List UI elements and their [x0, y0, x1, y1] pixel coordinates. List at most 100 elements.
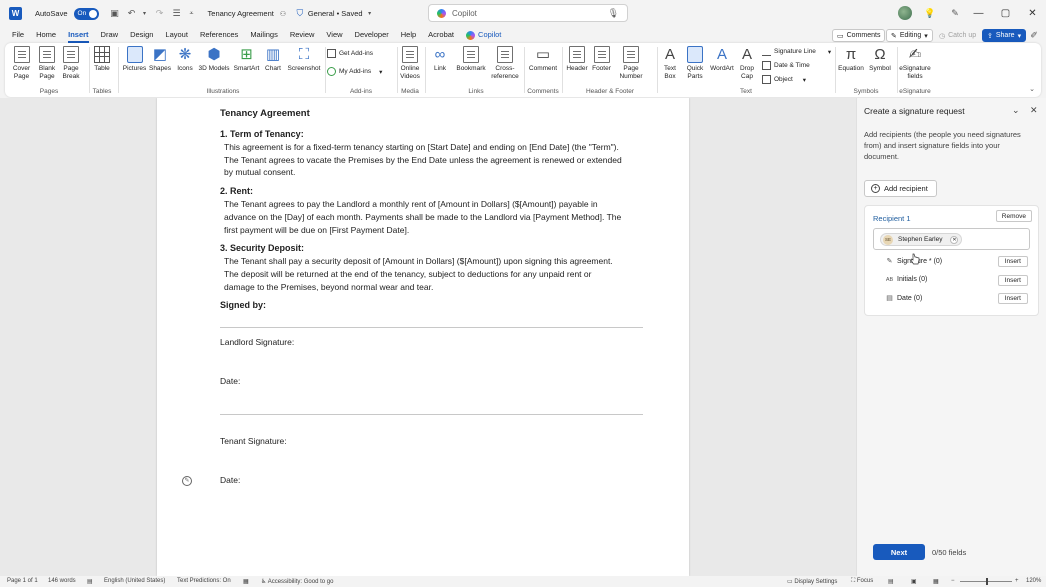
- insert-date-button[interactable]: Insert: [997, 293, 1028, 304]
- paragraph-handle-icon[interactable]: ✎: [182, 476, 192, 486]
- tab-acrobat[interactable]: Acrobat: [422, 27, 460, 43]
- page-count[interactable]: Page 1 of 1: [7, 578, 38, 584]
- date-time-button[interactable]: Date & Time: [762, 61, 810, 70]
- icons-button[interactable]: ❋ Icons: [175, 46, 195, 73]
- recipient-input[interactable]: SE Stephen Earley ✕: [873, 228, 1030, 250]
- pen-icon[interactable]: ✎: [949, 7, 961, 19]
- text-predictions[interactable]: Text Predictions: On: [177, 578, 231, 584]
- comments-button[interactable]: ▭ Comments: [832, 29, 886, 42]
- list-icon[interactable]: ☰: [171, 8, 183, 20]
- document-body[interactable]: Tenancy Agreement 1. Term of Tenancy: Th…: [220, 108, 622, 312]
- tab-layout[interactable]: Layout: [159, 27, 194, 43]
- 3d-models-button[interactable]: ⬢ 3D Models: [198, 46, 230, 73]
- tab-home[interactable]: Home: [30, 27, 62, 43]
- blank-page-button[interactable]: Blank Page: [36, 46, 58, 80]
- wordart-button[interactable]: A WordArt: [708, 46, 736, 73]
- cover-page-button[interactable]: Cover Page: [10, 46, 33, 80]
- share-button[interactable]: ⇪ Share ▾: [982, 29, 1027, 42]
- panel-options-icon[interactable]: ⌄: [1012, 105, 1020, 116]
- read-mode-icon[interactable]: ▤: [888, 578, 894, 585]
- bookmark-button[interactable]: Bookmark: [455, 46, 487, 73]
- symbol-button[interactable]: Ω Symbol: [867, 46, 893, 73]
- customize-toolbar-icon[interactable]: ⩡: [186, 8, 198, 20]
- pictures-button[interactable]: Pictures: [122, 46, 147, 73]
- minimize-button[interactable]: —: [965, 0, 992, 27]
- accessibility-status[interactable]: ♿ Accessibility: Good to go: [261, 578, 333, 585]
- header-button[interactable]: Header: [565, 46, 589, 73]
- web-layout-icon[interactable]: ▦: [933, 578, 939, 585]
- insert-signature-button[interactable]: Insert: [997, 256, 1028, 267]
- undo-dropdown-icon[interactable]: ▾: [139, 8, 151, 20]
- smartart-button[interactable]: ⊞ SmartArt: [232, 46, 261, 73]
- table-button[interactable]: Table: [91, 46, 113, 73]
- lightbulb-icon[interactable]: 💡: [924, 7, 936, 19]
- focus-mode[interactable]: ⛶ Focus: [851, 578, 873, 585]
- chevron-down-icon[interactable]: ▾: [364, 8, 376, 20]
- drop-cap-button[interactable]: A Drop Cap: [736, 46, 758, 80]
- editing-mode-button[interactable]: ✎ Editing ▾: [886, 29, 933, 42]
- proofing-icon[interactable]: ▤: [87, 578, 93, 585]
- account-avatar[interactable]: [898, 6, 912, 20]
- recipient-chip[interactable]: SE Stephen Earley ✕: [880, 233, 963, 246]
- link-button[interactable]: ∞ Link: [430, 46, 450, 73]
- online-videos-button[interactable]: Online Videos: [399, 46, 421, 80]
- next-button[interactable]: Next: [873, 544, 925, 560]
- add-recipient-button[interactable]: + Add recipient: [864, 180, 937, 197]
- object-button[interactable]: Object ▾: [762, 75, 806, 84]
- redo-icon[interactable]: ↷: [154, 8, 166, 20]
- cross-reference-button[interactable]: Cross-reference: [489, 46, 521, 80]
- tab-developer[interactable]: Developer: [349, 27, 395, 43]
- save-icon[interactable]: ▣: [109, 8, 121, 20]
- word-count[interactable]: 146 words: [48, 578, 76, 584]
- panel-close-icon[interactable]: ✕: [1030, 105, 1038, 116]
- autosave-toggle[interactable]: On: [73, 7, 99, 20]
- zoom-level[interactable]: 120%: [1026, 578, 1041, 584]
- tab-design[interactable]: Design: [124, 27, 159, 43]
- page-number-button[interactable]: Page Number: [616, 46, 646, 80]
- comment-button[interactable]: ▭ Comment: [527, 46, 559, 73]
- text-box-button[interactable]: A Text Box: [659, 46, 681, 80]
- esignature-fields-button[interactable]: ✍ eSignature fields: [898, 46, 932, 80]
- sensitivity-status[interactable]: General • Saved: [308, 9, 363, 18]
- remove-recipient-button[interactable]: Remove: [995, 210, 1032, 222]
- equation-button[interactable]: π Equation: [837, 46, 865, 73]
- maximize-button[interactable]: ▢: [992, 0, 1019, 27]
- tab-review[interactable]: Review: [284, 27, 321, 43]
- tab-file[interactable]: File: [6, 27, 30, 43]
- tab-insert[interactable]: Insert: [62, 27, 94, 43]
- zoom-slider-thumb[interactable]: [986, 578, 988, 585]
- macro-icon[interactable]: ▦: [243, 578, 249, 585]
- remove-chip-icon[interactable]: ✕: [950, 235, 959, 244]
- tab-view[interactable]: View: [320, 27, 348, 43]
- insert-initials-button[interactable]: Insert: [997, 275, 1028, 286]
- zoom-in-icon[interactable]: +: [1015, 578, 1019, 584]
- signature-line-button[interactable]: Signature Line ▾: [762, 47, 831, 56]
- shapes-button[interactable]: ◩ Shapes: [149, 46, 171, 73]
- close-button[interactable]: ✕: [1019, 0, 1046, 27]
- language[interactable]: English (United States): [104, 578, 165, 584]
- tab-mailings[interactable]: Mailings: [244, 27, 284, 43]
- zoom-out-icon[interactable]: −: [951, 578, 955, 584]
- get-add-ins-button[interactable]: Get Add-ins: [327, 49, 373, 58]
- page-break-button[interactable]: Page Break: [60, 46, 82, 80]
- print-layout-icon[interactable]: ▣: [911, 578, 917, 585]
- ribbon-collapse-icon[interactable]: ⌄: [1029, 85, 1035, 93]
- tab-help[interactable]: Help: [395, 27, 422, 43]
- shapes-icon: ◩: [152, 46, 168, 63]
- catch-up-button[interactable]: ◷ Catch up: [934, 29, 981, 42]
- my-add-ins-button[interactable]: My Add-ins ▾: [327, 67, 382, 76]
- footer-button[interactable]: Footer: [590, 46, 613, 73]
- document-title[interactable]: Tenancy Agreement: [208, 9, 274, 18]
- tab-references[interactable]: References: [194, 27, 244, 43]
- tab-draw[interactable]: Draw: [95, 27, 125, 43]
- ribbon-pin-icon[interactable]: ✐: [1028, 29, 1040, 41]
- screenshot-button[interactable]: ⛶ Screenshot: [286, 46, 322, 73]
- chart-button[interactable]: ▥ Chart: [263, 46, 283, 73]
- microphone-icon[interactable]: 🎙: [608, 8, 619, 19]
- search-input[interactable]: Copilot 🎙: [428, 4, 628, 22]
- display-settings[interactable]: ▭ Display Settings: [787, 578, 837, 585]
- tab-copilot[interactable]: Copilot: [460, 27, 507, 43]
- undo-icon[interactable]: ↶: [126, 8, 138, 20]
- quick-parts-button[interactable]: Quick Parts: [683, 46, 707, 80]
- document-page[interactable]: Tenancy Agreement 1. Term of Tenancy: Th…: [157, 98, 689, 576]
